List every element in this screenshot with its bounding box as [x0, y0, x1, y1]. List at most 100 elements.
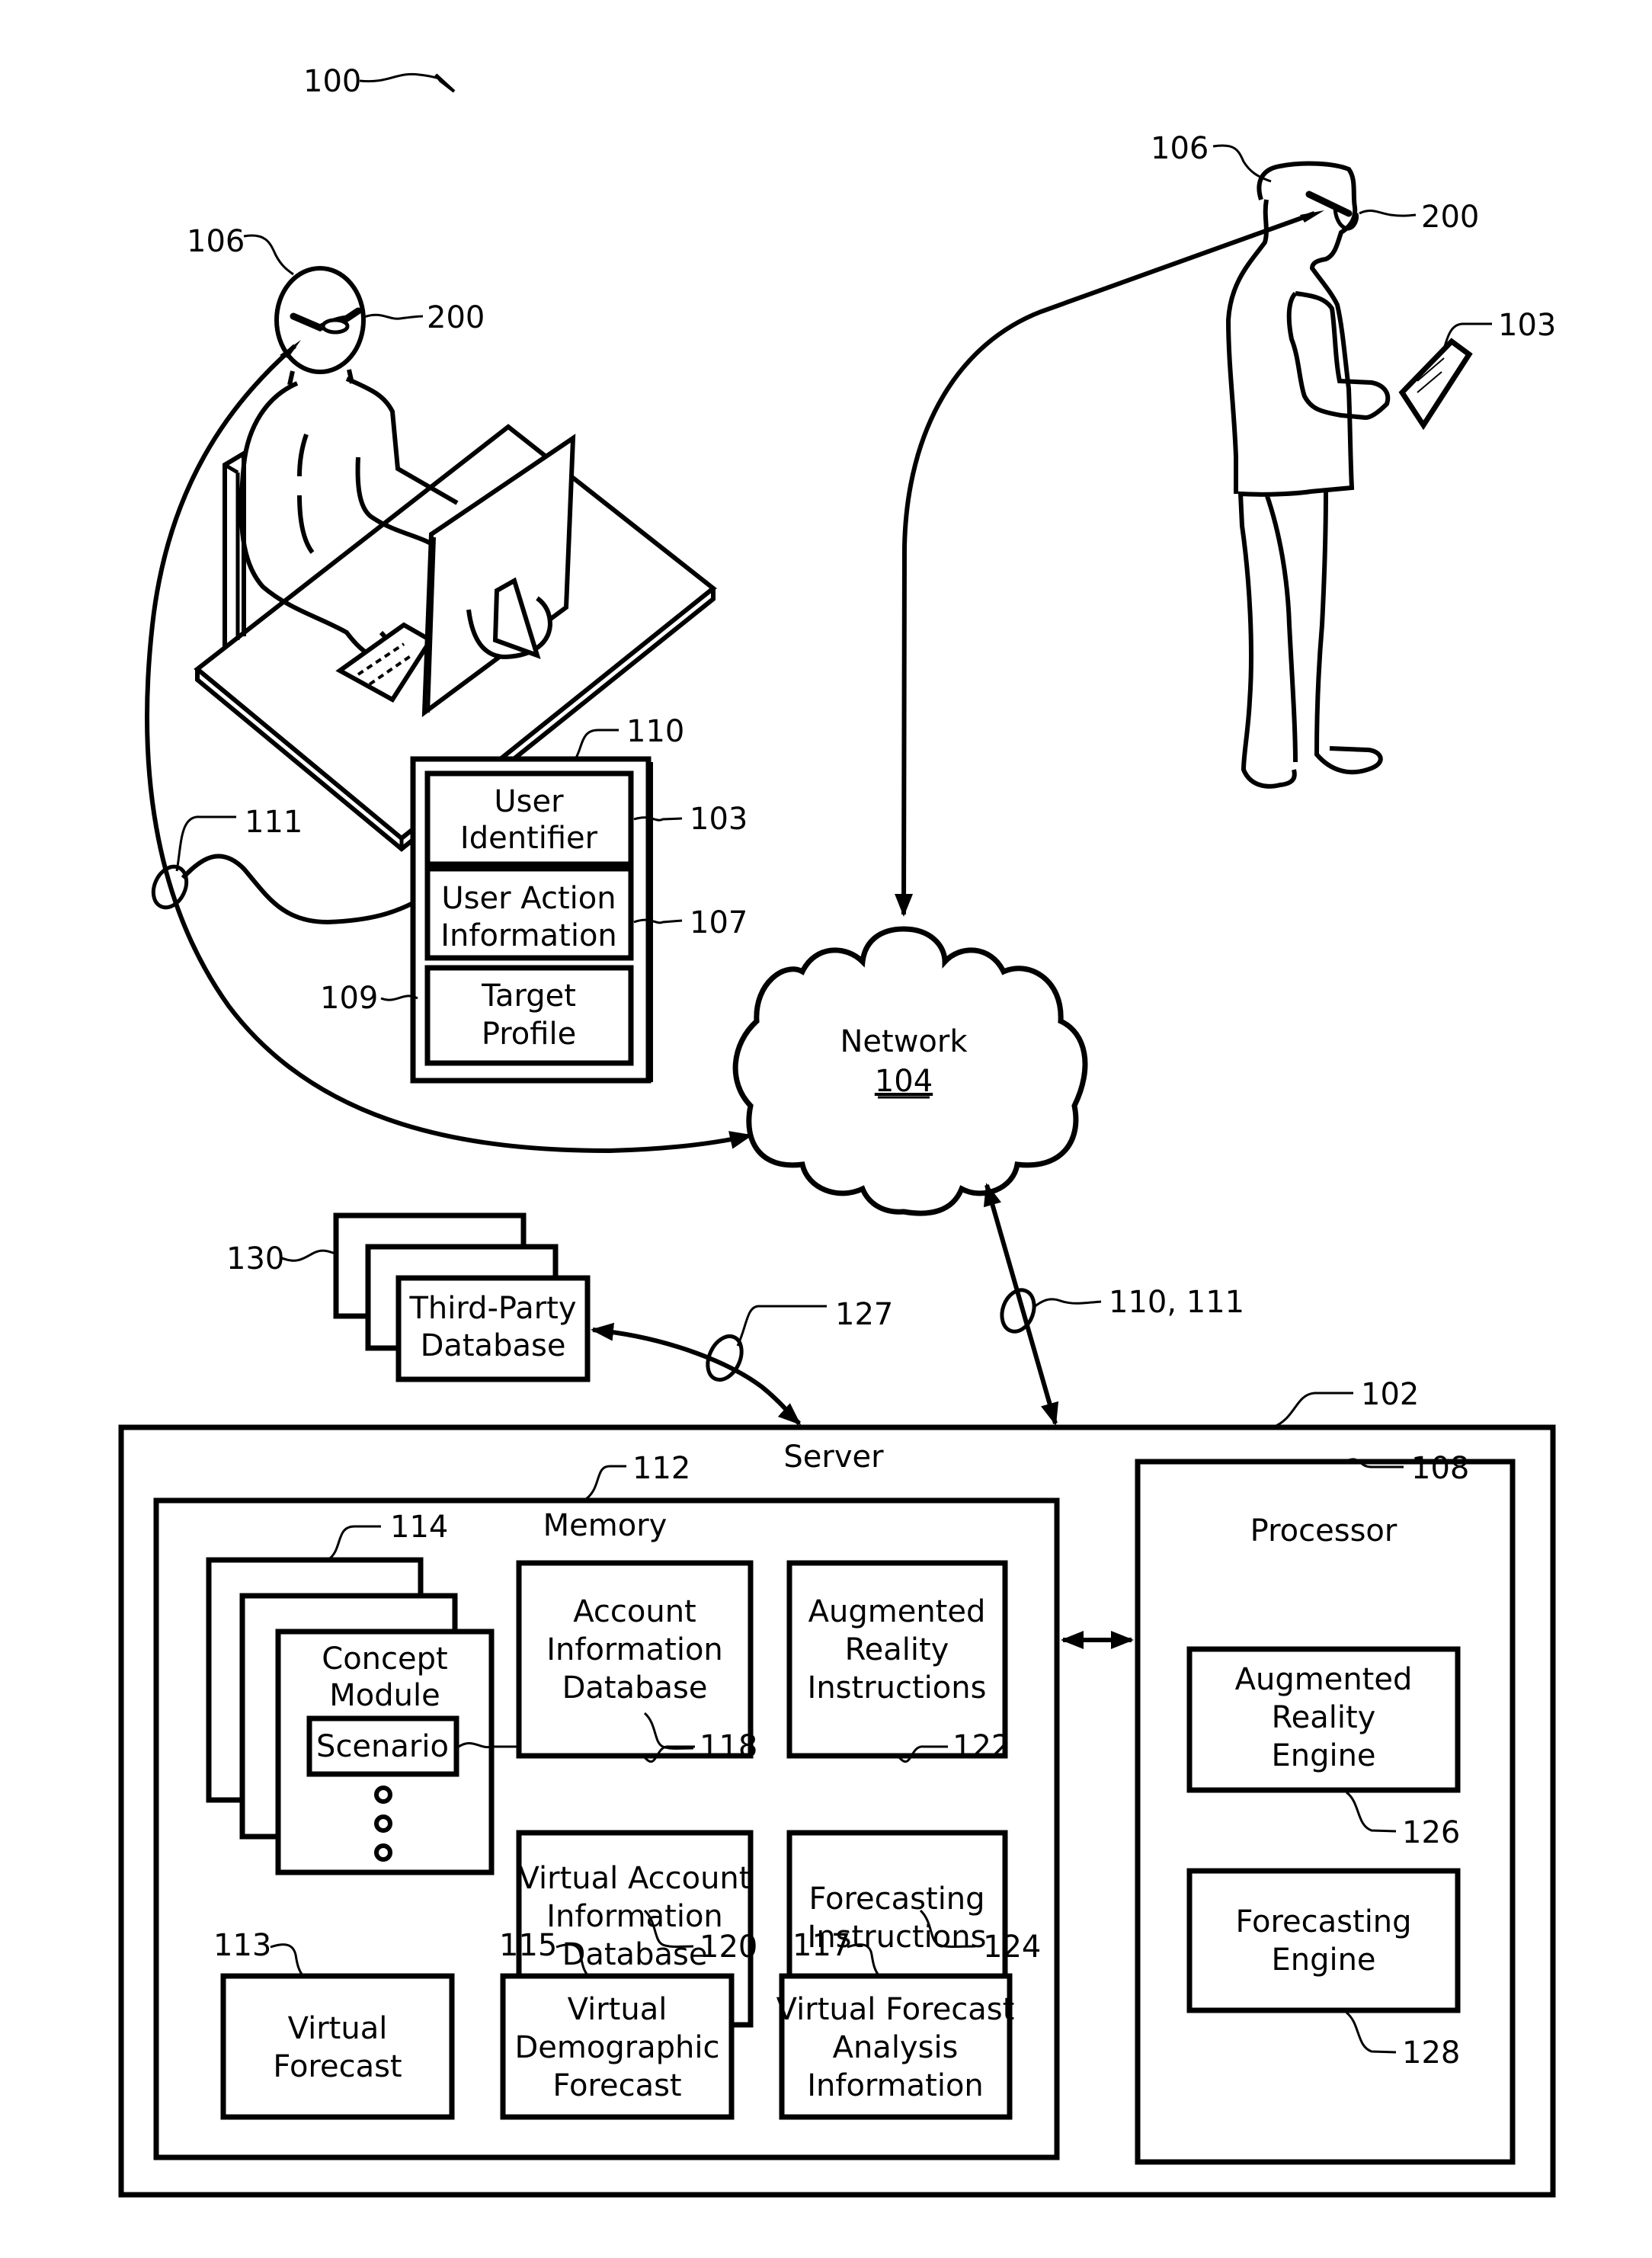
database-leader [280, 1249, 337, 1262]
box-line: Demographic [514, 2030, 719, 2065]
cell-line-1: Target [481, 978, 576, 1014]
network-link-leader [1032, 1298, 1102, 1309]
box-ref: 115 [499, 1928, 557, 1963]
seated-user-ref: 106 [187, 224, 245, 259]
box-ref: 118 [700, 1729, 757, 1764]
neck-line [287, 370, 295, 386]
figure-ref-leader [359, 72, 443, 83]
database-link-leader [736, 1305, 827, 1347]
box-line: Augmented [808, 1594, 986, 1629]
concept-line-2: Module [329, 1678, 440, 1713]
box-line: Virtual [288, 2011, 388, 2046]
box-line: Virtual Forecast [776, 1992, 1015, 2027]
engine-ref: 128 [1402, 2035, 1460, 2071]
scenario-label: Scenario [316, 1729, 449, 1764]
box-frame [220, 1973, 455, 2120]
database-server-link [591, 1322, 802, 1426]
cell-line-1: User Action [441, 881, 616, 916]
server[interactable]: Server 102 Memory 112 Concept Module Sce… [118, 1377, 1556, 2198]
data-packet-leader [574, 729, 619, 760]
database-line-1: Third-Party [408, 1291, 576, 1326]
augmented-reality-instructions[interactable]: Augmented Reality Instructions 122 [786, 1560, 1010, 1764]
engine-line: Engine [1271, 1738, 1375, 1773]
seated-user-leader [243, 234, 294, 276]
box-ref: 113 [213, 1928, 271, 1963]
seated-user[interactable]: 106 200 [187, 224, 717, 852]
standing-glasses-ref: 200 [1421, 200, 1479, 235]
cell-line-1: User [494, 784, 564, 819]
third-party-database[interactable]: Third-Party Database 130 [226, 1212, 591, 1382]
box-ref: 117 [792, 1928, 850, 1963]
cell-line-2: Profile [482, 1017, 576, 1052]
box-line: Database [562, 1670, 708, 1706]
box-line: Information [546, 1899, 723, 1934]
ellipsis-dot [374, 1843, 392, 1862]
engine-line: Reality [1272, 1700, 1376, 1735]
cell-ref-109: 109 [320, 981, 378, 1016]
neck-line-2 [347, 369, 354, 384]
system-diagram: 100 106 200 111 User Identifier User Act… [118, 64, 1556, 2198]
box-line: Virtual [568, 1992, 668, 2027]
box-ref: 122 [952, 1729, 1010, 1764]
memory-ref: 112 [632, 1451, 690, 1486]
figure-ref: 100 [303, 64, 456, 99]
database-ref: 130 [226, 1241, 284, 1276]
engine-line: Augmented [1235, 1662, 1413, 1697]
engine-ref: 126 [1402, 1815, 1460, 1850]
box-line: Forecast [552, 2068, 681, 2103]
memory[interactable]: Memory 112 Concept Module Scenario 114 A… [153, 1451, 1060, 2160]
standing-user-ref: 106 [1151, 131, 1209, 166]
scenario-box[interactable]: Scenario [306, 1715, 459, 1777]
cell-ref-103: 103 [690, 802, 748, 837]
server-leader [1272, 1392, 1353, 1429]
box-line: Instructions [808, 1670, 987, 1706]
cell-line-2: Information [440, 918, 617, 953]
engine-frame [1186, 1868, 1461, 2013]
link-111-leader [175, 815, 236, 872]
packet-cell-user-action-information[interactable]: User Action Information [424, 866, 634, 961]
person-torso-line-2 [297, 495, 315, 554]
processor[interactable]: Processor 108 Augmented Reality Engine 1… [1135, 1451, 1516, 2165]
seated-glasses-ref: 200 [427, 300, 485, 335]
box-line: Forecast [273, 2049, 402, 2084]
packet-cell-user-identifier[interactable]: User Identifier [424, 770, 634, 867]
server-label: Server [783, 1440, 884, 1475]
database-link-ref: 127 [835, 1297, 893, 1332]
server-ref: 102 [1361, 1377, 1419, 1412]
data-packet-ref: 110 [626, 714, 684, 749]
seated-glasses-leader [363, 313, 424, 320]
network-label: Network [840, 1024, 968, 1059]
ellipsis-dot [374, 1814, 392, 1833]
box-line: Information [546, 1632, 723, 1667]
tablet-ref: 103 [1498, 308, 1556, 343]
link-111-ref: 111 [245, 805, 303, 840]
network-ref: 104 [875, 1064, 933, 1099]
processor-ref: 108 [1411, 1451, 1469, 1486]
person-torso-line [297, 434, 309, 477]
account-information-database[interactable]: Account Information Database 118 [516, 1560, 757, 1764]
standing-to-network-link [895, 211, 1316, 917]
network-cloud[interactable]: Network 104 [732, 926, 1088, 1216]
engine-line: Forecasting [1235, 1904, 1411, 1939]
standing-person-outline [1225, 161, 1383, 789]
ellipsis-dot [374, 1786, 392, 1804]
network-server-link [983, 1183, 1059, 1426]
database-line-2: Database [421, 1328, 566, 1363]
figure-ref-arrowhead [434, 73, 456, 93]
processor-label: Processor [1250, 1513, 1397, 1549]
box-ref: 124 [983, 1930, 1041, 1965]
box-line: Analysis [833, 2030, 959, 2065]
box-line: Virtual Account [519, 1861, 751, 1896]
box-line: Account [573, 1594, 696, 1629]
standing-glasses-leader [1359, 210, 1417, 217]
standing-user[interactable]: 106 200 103 [1151, 131, 1556, 789]
tablet-icon [1398, 338, 1473, 431]
concept-line-1: Concept [322, 1641, 447, 1677]
packet-cell-target-profile[interactable]: Target Profile [424, 965, 634, 1066]
memory-label: Memory [543, 1508, 668, 1543]
box-ref: 120 [700, 1930, 757, 1965]
box-line: Reality [845, 1632, 949, 1667]
cell-ref-107: 107 [690, 905, 748, 940]
network-link-ref: 110, 111 [1109, 1285, 1244, 1320]
figure-ref-label: 100 [303, 64, 361, 99]
